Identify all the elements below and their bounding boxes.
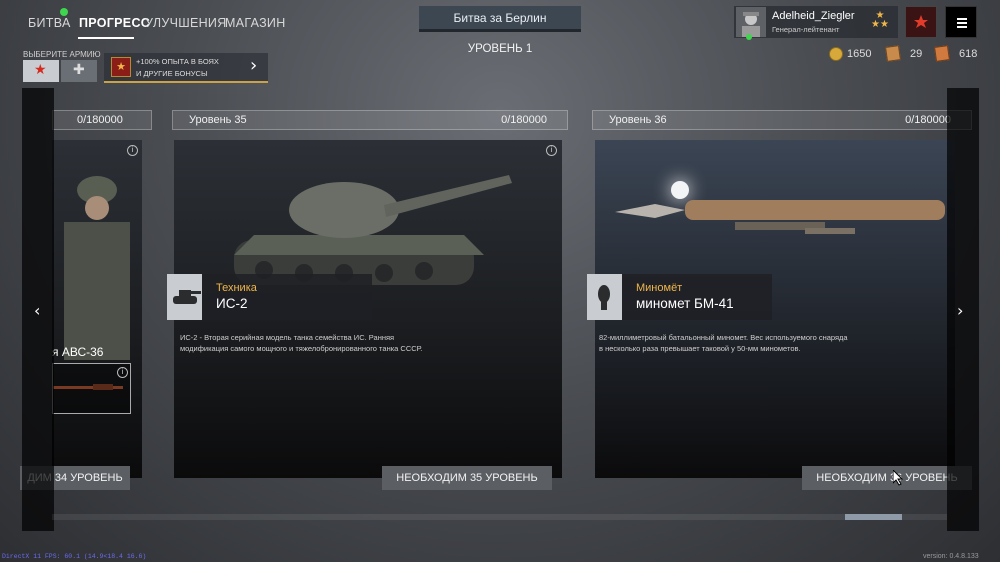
- chevron-left-icon[interactable]: ‹: [34, 301, 40, 320]
- level-bar: Уровень 35 0/180000: [172, 110, 568, 130]
- nav-progress[interactable]: ПРОГРЕСС: [79, 16, 150, 30]
- nav-active-underline: [78, 37, 134, 39]
- order-cards-icon: [885, 45, 901, 62]
- horizontal-scrollbar[interactable]: [52, 514, 947, 520]
- premium-badge-icon: ★: [111, 57, 131, 77]
- level-progress: 0/180000: [501, 114, 547, 126]
- scrollbar-thumb[interactable]: [845, 514, 902, 520]
- level-bar: 0/180000: [52, 110, 152, 130]
- soldier-avatar-icon: [742, 12, 760, 37]
- cursor-icon: [893, 470, 904, 486]
- reward-card[interactable]: i я АВС-36: [52, 140, 142, 478]
- requirement-button[interactable]: НЕОБХОДИМ 35 УРОВЕНЬ: [382, 466, 552, 490]
- rank-stars-icon: ★ ★★: [871, 10, 889, 30]
- version-label: version: 0.4.8.133: [923, 553, 979, 560]
- army-label: ВЫБЕРИТЕ АРМИЮ: [23, 50, 101, 59]
- tank-category-icon: [173, 290, 201, 304]
- info-icon[interactable]: i: [117, 367, 128, 378]
- item-description: ИС-2 - Вторая серийная модель танка семе…: [180, 333, 423, 353]
- bonus-line-2: И ДРУГИЕ БОНУСЫ: [136, 69, 208, 78]
- bonus-text: +100% ОПЫТА В БОЯХ И ДРУГИЕ БОНУСЫ: [136, 56, 219, 80]
- mode-level: УРОВЕНЬ 1: [467, 43, 533, 55]
- nav-upgrades[interactable]: УЛУЧШЕНИЯ: [145, 16, 227, 30]
- soldier-image: [64, 176, 130, 360]
- info-icon[interactable]: i: [127, 145, 138, 156]
- iron-cross-icon: ✚: [73, 62, 85, 78]
- level-bar: Уровень 36 0/180000: [592, 110, 972, 130]
- item-description: 82-миллиметровый батальонный миномет. Ве…: [599, 333, 848, 353]
- category-tag: [587, 274, 622, 320]
- nav-battle[interactable]: БИТВА: [28, 16, 71, 30]
- item-name: я АВС-36: [52, 345, 104, 359]
- army-ussr-button[interactable]: ★: [23, 60, 59, 82]
- silver-coin-icon: [829, 47, 843, 61]
- mortar-image: [615, 200, 945, 234]
- star-rank-icon: [914, 15, 928, 28]
- item-name: миномет БМ-41: [636, 296, 734, 311]
- level-label: Уровень 36: [609, 114, 667, 126]
- info-icon[interactable]: i: [546, 145, 557, 156]
- silver-amount: 1650: [847, 48, 872, 60]
- red-star-icon: ★: [34, 62, 47, 78]
- menu-icon-bar: [957, 22, 967, 24]
- menu-icon-bar: [957, 26, 967, 28]
- mortar-shell-icon: [598, 285, 610, 310]
- category-tag: [167, 274, 202, 320]
- item-tag: Техника ИС-2: [202, 274, 372, 320]
- item-name: ИС-2: [216, 296, 248, 311]
- level-progress: 0/180000: [905, 114, 951, 126]
- weapon-preview[interactable]: i: [52, 363, 131, 414]
- item-category: Техника: [216, 282, 257, 294]
- level-progress: 0/180000: [77, 114, 123, 126]
- army-germany-button[interactable]: ✚: [61, 60, 97, 82]
- cards-a-amount: 29: [910, 48, 923, 60]
- cards-b-amount: 618: [959, 48, 978, 60]
- mode-selector[interactable]: Битва за Берлин: [419, 6, 581, 32]
- profile-rank: Генерал-лейтенант: [772, 25, 840, 34]
- menu-icon-bar: [957, 18, 967, 20]
- avatar: [736, 7, 766, 37]
- debug-fps: DirectX 11 FPS: 60.1 (14.9<18.4 16.6): [2, 553, 147, 560]
- notification-dot: [60, 8, 68, 16]
- bonus-chevron-right-icon[interactable]: ›: [250, 55, 257, 76]
- bonus-line-1: +100% ОПЫТА В БОЯХ: [136, 57, 219, 66]
- chevron-right-icon[interactable]: ›: [957, 301, 963, 320]
- main-menu-button[interactable]: [945, 6, 977, 38]
- unlock-cards-icon: [934, 45, 950, 62]
- item-category: Миномёт: [636, 282, 683, 294]
- level-label: Уровень 35: [189, 114, 247, 126]
- rank-badge-button[interactable]: [905, 6, 937, 38]
- item-tag: Миномёт миномет БМ-41: [622, 274, 772, 320]
- online-status-dot: [746, 34, 752, 40]
- nav-shop[interactable]: МАГАЗИН: [225, 16, 286, 30]
- profile-name: Adelheid_Ziegler: [772, 10, 855, 22]
